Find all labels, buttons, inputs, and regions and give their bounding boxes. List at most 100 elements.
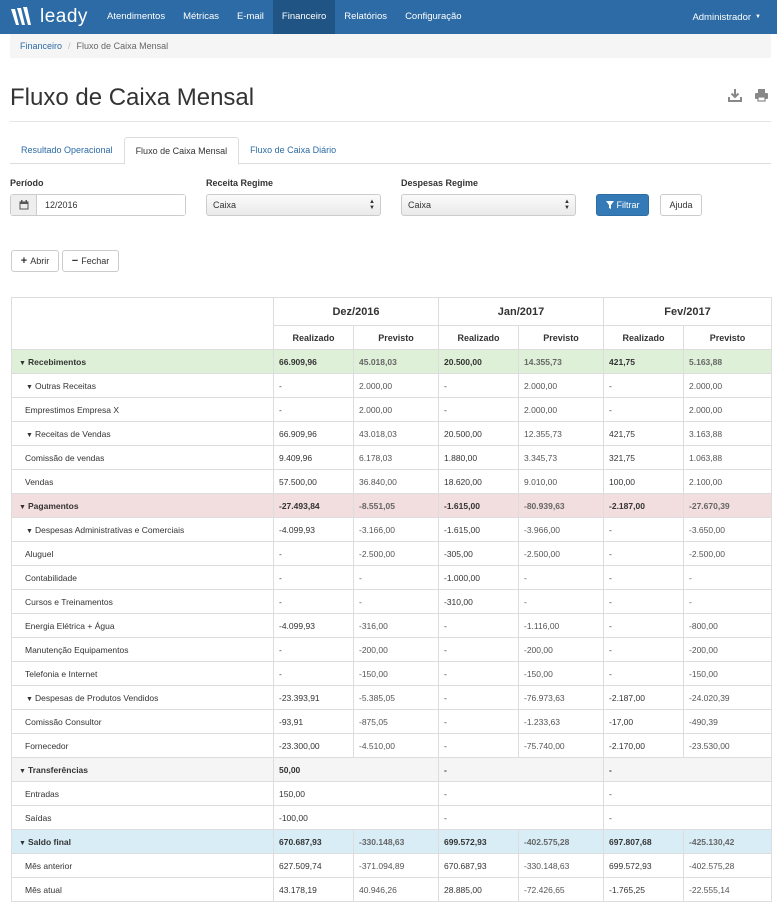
value-cell: 50,00 bbox=[273, 757, 439, 782]
filtrar-button[interactable]: Filtrar bbox=[596, 194, 649, 216]
chevron-down-icon[interactable]: ▼ bbox=[26, 432, 35, 439]
minus-icon: − bbox=[71, 255, 79, 267]
nav-configuracao[interactable]: Configuração bbox=[396, 0, 471, 34]
nav-atendimentos[interactable]: Atendimentos bbox=[98, 0, 174, 34]
value-cell: -1.000,00 bbox=[438, 565, 519, 590]
calendar-icon[interactable] bbox=[11, 195, 37, 215]
chevron-down-icon[interactable]: ▼ bbox=[26, 384, 35, 391]
nav-metricas[interactable]: Métricas bbox=[174, 0, 228, 34]
value-cell: 2.000,00 bbox=[517, 397, 605, 422]
value-cell: 66.909,96 bbox=[273, 421, 354, 446]
table-row: Entradas 150,00- - bbox=[11, 781, 773, 806]
print-icon[interactable] bbox=[754, 88, 769, 102]
value-cell: - bbox=[438, 373, 519, 398]
value-cell: 43.018,03 bbox=[353, 421, 439, 446]
value-cell: - bbox=[273, 397, 354, 422]
chevron-down-icon[interactable]: ▼ bbox=[19, 840, 28, 847]
table-row[interactable]: ▼ Outras Receitas -2.000,00-2.000,00-2.000… bbox=[11, 373, 773, 398]
periodo-input[interactable] bbox=[37, 195, 185, 215]
chevron-down-icon[interactable]: ▼ bbox=[19, 360, 28, 367]
value-cell: -24.020,39 bbox=[683, 685, 773, 710]
table-body: ▼ Recebimentos 66.909,96 45.018,03 20.500,00… bbox=[11, 349, 773, 902]
table-row[interactable]: ▼ Transferências 50,00- - bbox=[11, 757, 773, 782]
row-label: Aluguel bbox=[11, 541, 274, 566]
value-cell: -1.233,63 bbox=[517, 709, 605, 734]
tab-fluxo-caixa-mensal[interactable]: Fluxo de Caixa Mensal bbox=[123, 137, 240, 165]
row-label-text: Contabilidade bbox=[25, 572, 77, 583]
chevron-down-icon[interactable]: ▼ bbox=[19, 768, 28, 775]
breadcrumb-financeiro[interactable]: Financeiro bbox=[20, 41, 62, 51]
chevron-down-icon[interactable]: ▼ bbox=[26, 696, 35, 703]
chevron-down-icon[interactable]: ▼ bbox=[19, 504, 28, 511]
table-row[interactable]: ▼ Saldo final 670.687,93 -330.148,63 699.572… bbox=[11, 829, 773, 854]
value-cell: - bbox=[438, 613, 519, 638]
nav-relatorios[interactable]: Relatórios bbox=[335, 0, 396, 34]
caret-down-icon: ▼ bbox=[755, 14, 761, 20]
ajuda-button[interactable]: Ajuda bbox=[660, 194, 702, 216]
nav-financeiro[interactable]: Financeiro bbox=[272, 0, 336, 34]
fechar-button[interactable]: − Fechar bbox=[62, 250, 119, 272]
cashflow-table: Dez/2016 Jan/2017 Fev/2017 Realizado Pre… bbox=[11, 297, 773, 902]
row-label[interactable]: ▼ Pagamentos bbox=[11, 493, 274, 518]
row-label-text: Telefonia e Internet bbox=[25, 668, 98, 679]
value-cell: -2.170,00 bbox=[603, 733, 685, 758]
user-menu[interactable]: Administrador ▼ bbox=[692, 12, 777, 23]
value-cell: -875,05 bbox=[353, 709, 439, 734]
abrir-button[interactable]: + Abrir bbox=[11, 250, 59, 272]
despesas-regime-select[interactable]: Caixa ▲ ▼ bbox=[401, 194, 576, 216]
value-cell: - bbox=[517, 565, 605, 590]
table-row[interactable]: ▼ Pagamentos -27.493,84 -8.551,05 -1.615,00-… bbox=[11, 493, 773, 518]
brand-logo[interactable]: leady bbox=[0, 0, 98, 34]
top-navbar: leady Atendimentos Métricas E-mail Finan… bbox=[0, 0, 777, 34]
value-cell: - bbox=[683, 565, 773, 590]
row-label[interactable]: ▼ Despesas de Produtos Vendidos bbox=[11, 685, 274, 710]
period-header: Dez/2016 bbox=[273, 297, 439, 326]
value-cell: -8.551,05 bbox=[353, 493, 439, 518]
value-cell: 2.000,00 bbox=[353, 397, 439, 422]
table-row[interactable]: ▼ Despesas Administrativas e Comerciais -4… bbox=[11, 517, 773, 542]
value-cell: 150,00 bbox=[273, 781, 439, 806]
row-label: Vendas bbox=[11, 469, 274, 494]
value-cell: - bbox=[438, 661, 519, 686]
nav-email[interactable]: E-mail bbox=[228, 0, 273, 34]
previsto-header: Previsto bbox=[517, 325, 605, 350]
value-cell: - bbox=[603, 565, 685, 590]
chevron-down-icon[interactable]: ▼ bbox=[26, 528, 35, 535]
value-cell: 321,75 bbox=[603, 445, 685, 470]
table-row[interactable]: ▼ Recebimentos 66.909,96 45.018,03 20.500,00… bbox=[11, 349, 773, 374]
value-cell: - bbox=[353, 589, 439, 614]
value-cell: - bbox=[273, 541, 354, 566]
table-row: Emprestimos Empresa X -2.000,00-2.000,00-… bbox=[11, 397, 773, 422]
row-label[interactable]: ▼ Outras Receitas bbox=[11, 373, 274, 398]
select-arrows-icon: ▲ ▼ bbox=[369, 199, 375, 211]
row-label-text: Comissão de vendas bbox=[25, 452, 105, 463]
table-row: Mês anterior 627.509,74 -371.094,89 670.687… bbox=[11, 853, 773, 878]
value-cell: 421,75 bbox=[603, 349, 685, 374]
row-label: Mês anterior bbox=[11, 853, 274, 878]
table-row: Contabilidade - - -1.000,00- - - bbox=[11, 565, 773, 590]
row-label[interactable]: ▼ Receitas de Vendas bbox=[11, 421, 274, 446]
row-label-text: Recebimentos bbox=[28, 356, 87, 367]
receita-regime-select[interactable]: Caixa ▲ ▼ bbox=[206, 194, 381, 216]
value-cell: - bbox=[273, 661, 354, 686]
value-cell: -200,00 bbox=[517, 637, 605, 662]
row-label[interactable]: ▼ Saldo final bbox=[11, 829, 274, 854]
row-label[interactable]: ▼ Recebimentos bbox=[11, 349, 274, 374]
tab-resultado-operacional[interactable]: Resultado Operacional bbox=[10, 137, 124, 163]
tab-fluxo-caixa-diario[interactable]: Fluxo de Caixa Diário bbox=[239, 137, 347, 163]
value-cell: -402.575,28 bbox=[683, 853, 773, 878]
table-row[interactable]: ▼ Receitas de Vendas 66.909,96 43.018,03 20.… bbox=[11, 421, 773, 446]
row-label[interactable]: ▼ Transferências bbox=[11, 757, 274, 782]
value-cell: -2.187,00 bbox=[603, 493, 685, 518]
row-label-text: Receitas de Vendas bbox=[35, 428, 111, 439]
row-label-text: Emprestimos Empresa X bbox=[25, 404, 119, 415]
row-label[interactable]: ▼ Despesas Administrativas e Comerciais bbox=[11, 517, 274, 542]
download-icon[interactable] bbox=[728, 88, 742, 102]
periodo-label: Período bbox=[10, 178, 44, 188]
row-label: Mês atual bbox=[11, 877, 274, 902]
tab-bar: Resultado Operacional Fluxo de Caixa Men… bbox=[10, 137, 771, 165]
table-row[interactable]: ▼ Despesas de Produtos Vendidos -23.393,91… bbox=[11, 685, 773, 710]
row-label: Comissão Consultor bbox=[11, 709, 274, 734]
value-cell: -425.130,42 bbox=[683, 829, 773, 854]
value-cell: -2.187,00 bbox=[603, 685, 685, 710]
